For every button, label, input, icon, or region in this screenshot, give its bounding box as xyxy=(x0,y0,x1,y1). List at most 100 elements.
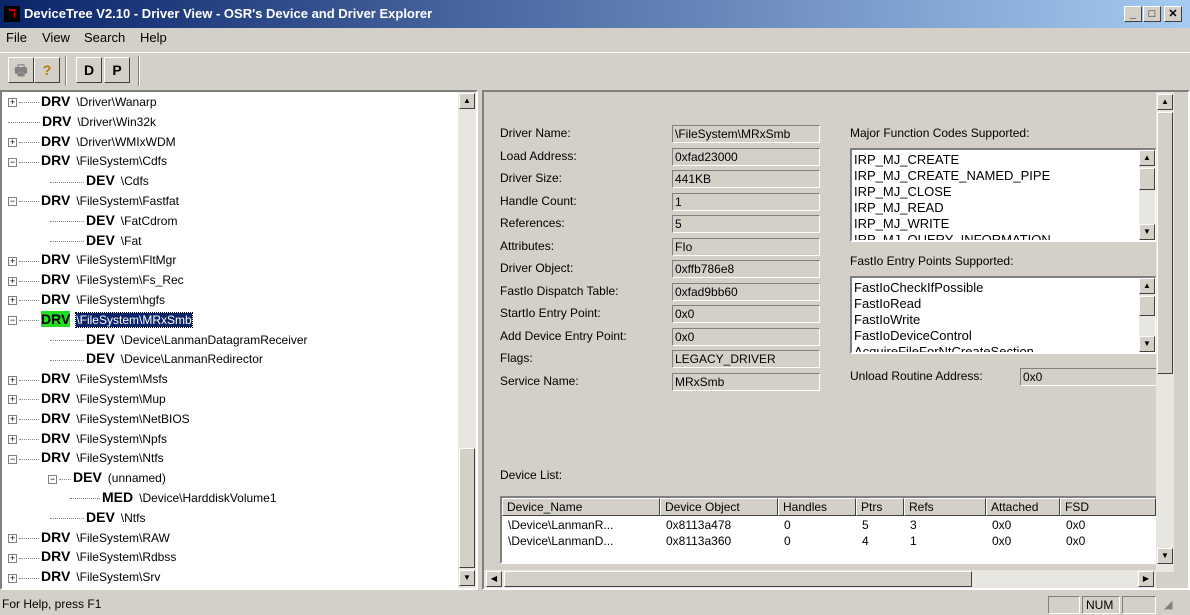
collapse-icon[interactable]: − xyxy=(8,157,17,167)
scroll-thumb[interactable] xyxy=(1139,296,1155,316)
table-row[interactable]: \Device\LanmanR... 0x8113a478 0 5 3 0x0 0x0 xyxy=(502,518,1158,534)
tree-node[interactable]: + DRV \FileSystem\Fs_Rec xyxy=(8,270,184,289)
expand-icon[interactable]: + xyxy=(8,573,17,583)
list-item[interactable]: AcquireFileForNtCreateSection xyxy=(852,344,1155,352)
column-header[interactable]: Handles xyxy=(778,498,856,516)
details-hscroll-thumb[interactable] xyxy=(504,571,972,587)
tree-vscrollbar[interactable]: ▲ ▼ xyxy=(458,92,476,588)
major-codes-list[interactable]: IRP_MJ_CREATE IRP_MJ_CREATE_NAMED_PIPE IRP… xyxy=(850,148,1157,242)
tree-node[interactable]: + DRV \FileSystem\Rdbss xyxy=(8,547,176,566)
scroll-down-icon[interactable]: ▼ xyxy=(1157,548,1173,564)
tree-node[interactable]: DEV \Fat xyxy=(50,231,141,250)
tree-node[interactable]: − DRV \FileSystem\Ntfs xyxy=(8,448,164,467)
expand-icon[interactable]: + xyxy=(8,375,17,385)
major-list-scrollbar[interactable]: ▲ ▼ xyxy=(1139,150,1155,240)
collapse-icon[interactable]: − xyxy=(48,474,57,484)
tree-node[interactable]: DEV \Cdfs xyxy=(50,171,149,190)
column-header[interactable]: Ptrs xyxy=(856,498,904,516)
scroll-down-icon[interactable]: ▼ xyxy=(1139,224,1155,240)
scroll-up-icon[interactable]: ▲ xyxy=(1157,94,1173,110)
tree-node[interactable]: + DRV \Driver\Wanarp xyxy=(8,92,157,111)
tree-node[interactable]: DEV \Device\LanmanRedirector xyxy=(50,349,263,368)
collapse-icon[interactable]: − xyxy=(8,197,17,207)
fastio-list-scrollbar[interactable]: ▲ ▼ xyxy=(1139,278,1155,352)
list-item[interactable]: IRP_MJ_WRITE xyxy=(852,216,1155,232)
tree-node[interactable]: + DRV \FileSystem\Mup xyxy=(8,389,166,408)
expand-icon[interactable]: + xyxy=(8,98,17,108)
tree-node[interactable]: + DRV \Driver\WMIxWDM xyxy=(8,132,176,151)
expand-icon[interactable]: + xyxy=(8,553,17,563)
scroll-up-icon[interactable]: ▲ xyxy=(1139,150,1155,166)
expand-icon[interactable]: + xyxy=(8,395,17,405)
tree-node[interactable]: DEV \Ntfs xyxy=(50,508,145,527)
scroll-thumb[interactable] xyxy=(1139,168,1155,190)
list-item[interactable]: IRP_MJ_CREATE xyxy=(852,152,1155,168)
details-hscrollbar[interactable]: ◀ ▶ xyxy=(484,570,1156,588)
expand-icon[interactable]: + xyxy=(8,276,17,286)
expand-icon[interactable]: + xyxy=(8,533,17,543)
tree-node[interactable]: + DRV \FileSystem\Npfs xyxy=(8,429,167,448)
expand-icon[interactable]: + xyxy=(8,256,17,266)
tree-node[interactable]: + DRV \FileSystem\Msfs xyxy=(8,369,168,388)
collapse-icon[interactable]: − xyxy=(8,454,17,464)
menu-help[interactable]: Help xyxy=(140,30,167,45)
tree-node[interactable]: + DRV \FileSystem\Srv xyxy=(8,567,160,586)
tree-node[interactable]: − DRV \FileSystem\Cdfs xyxy=(8,151,167,170)
help-icon[interactable]: ? xyxy=(34,57,60,83)
expand-icon[interactable]: + xyxy=(8,415,17,425)
expand-icon[interactable]: + xyxy=(8,137,17,147)
expand-icon[interactable]: + xyxy=(8,296,17,306)
scroll-up-icon[interactable]: ▲ xyxy=(1139,278,1155,294)
menu-search[interactable]: Search xyxy=(84,30,125,45)
minimize-button[interactable]: _ xyxy=(1124,6,1142,22)
menu-view[interactable]: View xyxy=(42,30,70,45)
list-item[interactable]: FastIoRead xyxy=(852,296,1155,312)
column-header[interactable]: Refs xyxy=(904,498,986,516)
menu-file[interactable]: File xyxy=(6,30,27,45)
list-item[interactable]: IRP_MJ_CREATE_NAMED_PIPE xyxy=(852,168,1155,184)
title-bar[interactable]: ℸ DeviceTree V2.10 - Driver View - OSR's… xyxy=(0,0,1190,28)
tree-node[interactable]: + DRV \FileSystem\hgfs xyxy=(8,290,165,309)
column-header[interactable]: Attached xyxy=(986,498,1060,516)
scroll-left-icon[interactable]: ◀ xyxy=(486,571,502,587)
list-item[interactable]: FastIoDeviceControl xyxy=(852,328,1155,344)
device-list-table[interactable]: Device_Name Device Object Handles Ptrs Refs A… xyxy=(500,496,1160,564)
list-item[interactable]: FastIoWrite xyxy=(852,312,1155,328)
close-button[interactable]: ✕ xyxy=(1164,6,1182,22)
column-header[interactable]: Device Object xyxy=(660,498,778,516)
tree-node[interactable]: MED \Device\HarddiskVolume1 xyxy=(70,488,277,507)
tree-node[interactable]: DEV \Device\LanmanDatagramReceiver xyxy=(50,330,308,349)
list-item[interactable]: IRP_MJ_READ xyxy=(852,200,1155,216)
tree-node[interactable]: + DRV \FileSystem\NetBIOS xyxy=(8,409,190,428)
details-vscrollbar[interactable]: ▲ ▼ xyxy=(1156,92,1174,572)
tree-node[interactable]: DRV \Driver\Win32k xyxy=(8,112,156,131)
list-item[interactable]: FastIoCheckIfPossible xyxy=(852,280,1155,296)
list-item[interactable]: IRP_MJ_QUERY_INFORMATION xyxy=(852,232,1155,240)
scroll-right-icon[interactable]: ▶ xyxy=(1138,571,1154,587)
table-row[interactable]: \Device\LanmanD... 0x8113a360 0 4 1 0x0 0x0 xyxy=(502,534,1158,550)
tree-node[interactable]: + DRV \FileSystem\FltMgr xyxy=(8,250,176,269)
process-view-button[interactable]: P xyxy=(104,57,130,83)
scroll-down-icon[interactable]: ▼ xyxy=(459,570,475,586)
fastio-list[interactable]: FastIoCheckIfPossible FastIoRead FastIoWri… xyxy=(850,276,1157,354)
scroll-up-icon[interactable]: ▲ xyxy=(459,93,475,109)
driver-view-button[interactable]: D xyxy=(76,57,102,83)
column-header[interactable]: FSD xyxy=(1060,498,1156,516)
maximize-button[interactable]: □ xyxy=(1143,6,1161,22)
expand-icon[interactable]: + xyxy=(8,434,17,444)
scroll-down-icon[interactable]: ▼ xyxy=(1139,336,1155,352)
tree-node[interactable]: − DRV \FileSystem\MRxSmb xyxy=(8,310,193,329)
column-header[interactable]: Device_Name xyxy=(502,498,660,516)
tree-node[interactable]: + DRV \FileSystem\RAW xyxy=(8,528,170,547)
details-scroll-thumb[interactable] xyxy=(1157,112,1173,374)
tree-scroll-thumb[interactable] xyxy=(459,448,475,568)
tree-node[interactable]: DEV \FatCdrom xyxy=(50,211,177,230)
resize-grip-icon[interactable]: ◢ xyxy=(1164,598,1172,611)
collapse-icon[interactable]: − xyxy=(8,316,17,326)
list-item[interactable]: IRP_MJ_CLOSE xyxy=(852,184,1155,200)
tree-node[interactable]: − DRV \FileSystem\Fastfat xyxy=(8,191,179,210)
tree-node[interactable]: − DEV (unnamed) xyxy=(48,468,166,487)
app-icon[interactable]: ℸ xyxy=(4,6,20,22)
print-icon[interactable]: 🖶 xyxy=(8,57,34,83)
driver-tree[interactable]: + DRV \Driver\Wanarp DRV \Driver\Win32k + DRV \… xyxy=(0,90,478,590)
